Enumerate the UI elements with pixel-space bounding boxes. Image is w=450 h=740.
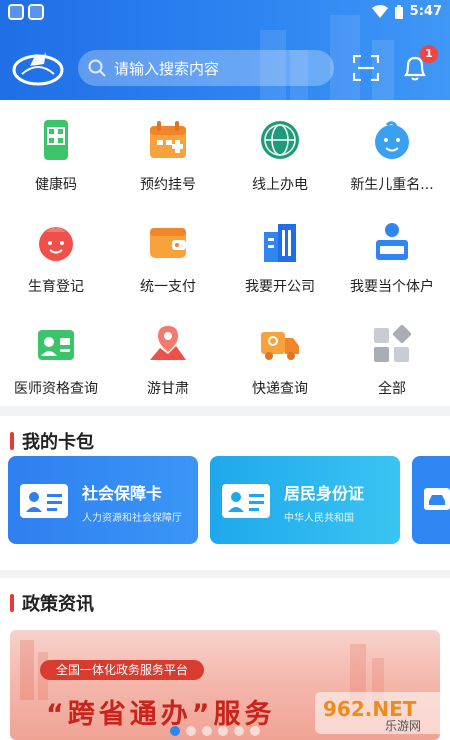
card-subtitle: 人力资源和社会保障厅: [82, 513, 182, 524]
card-title: 社会保障卡: [82, 484, 163, 503]
title-accent-bar: [10, 432, 14, 450]
policy-title: 政策资讯: [22, 594, 94, 615]
service-label: 线上办电: [252, 177, 308, 193]
service-individual-business[interactable]: 我要当个体户: [336, 202, 448, 302]
service-label: 快递查询: [252, 381, 308, 397]
service-open-company[interactable]: 我要开公司: [224, 202, 336, 302]
appointment-calendar-icon: [150, 121, 186, 158]
service-unified-payment[interactable]: 统一支付: [112, 202, 224, 302]
service-physician-qualification[interactable]: 医师资格查询: [0, 304, 112, 404]
title-accent-bar: [10, 594, 14, 612]
section-title: 政策资讯: [10, 590, 94, 616]
scan-icon[interactable]: [353, 55, 379, 81]
service-newborn-name[interactable]: 新生儿重名...: [336, 100, 448, 200]
status-bar: 5:47: [0, 0, 450, 26]
section-title: 我的卡包: [10, 428, 94, 454]
carousel-dot[interactable]: [218, 726, 228, 736]
carousel-dot[interactable]: [234, 726, 244, 736]
service-express-tracking[interactable]: 快递查询: [224, 304, 336, 404]
status-notification-icons: [8, 4, 44, 20]
service-label: 生育登记: [28, 279, 84, 295]
doctor-license-icon: [38, 330, 74, 360]
carousel-indicator: [170, 726, 260, 736]
card-subtitle: 中华人民共和国: [284, 513, 354, 524]
notification-app-icon: [8, 4, 24, 20]
map-pin-icon: [150, 326, 186, 360]
state-grid-icon: [261, 121, 299, 159]
app-logo-icon[interactable]: [12, 44, 64, 88]
site-watermark: 962.NET 乐游网: [315, 690, 445, 736]
service-label: 我要开公司: [245, 279, 315, 295]
individual-business-icon: [376, 223, 408, 260]
card-pack-section: 我的卡包 社会保障卡 人力资源和社会保障厅 居民身份证 中华人民共和国: [0, 416, 450, 570]
service-appointment[interactable]: 预约挂号: [112, 100, 224, 200]
delivery-truck-icon: [261, 332, 299, 360]
social-security-card[interactable]: 社会保障卡 人力资源和社会保障厅: [8, 456, 198, 544]
notification-app-icon: [28, 4, 44, 20]
service-tour-gansu[interactable]: 游甘肃: [112, 304, 224, 404]
service-label: 医师资格查询: [14, 381, 98, 397]
status-system-icons: 5:47: [371, 4, 442, 19]
card-pack-title: 我的卡包: [22, 432, 94, 453]
wallet-icon: [150, 228, 186, 258]
services-grid: 健康码 预约挂号 线上办电 新生儿重名... 生育登记 统一支付 我要开公司 我…: [0, 100, 450, 406]
service-health-code[interactable]: 健康码: [0, 100, 112, 200]
service-label: 我要当个体户: [350, 279, 434, 295]
carousel-dot[interactable]: [250, 726, 260, 736]
resident-id-card[interactable]: 居民身份证 中华人民共和国: [210, 456, 400, 544]
service-birth-registration[interactable]: 生育登记: [0, 202, 112, 302]
battery-icon: [394, 4, 403, 19]
status-time: 5:47: [409, 4, 442, 19]
service-label: 预约挂号: [140, 177, 196, 193]
service-label: 新生儿重名...: [350, 177, 434, 193]
service-label: 健康码: [35, 177, 77, 193]
app-header: 5:47 请输入搜索内容 1: [0, 0, 450, 100]
carousel-dot[interactable]: [202, 726, 212, 736]
watermark-text: 962.NET: [323, 697, 417, 721]
service-all[interactable]: 全部: [336, 304, 448, 404]
wifi-icon: [371, 4, 388, 18]
search-icon: [88, 59, 106, 77]
search-placeholder: 请输入搜索内容: [114, 59, 220, 78]
card-title: 居民身份证: [284, 484, 365, 503]
notification-count-badge: 1: [420, 45, 438, 63]
all-grid-icon: [374, 324, 412, 362]
driver-license-card[interactable]: [412, 456, 450, 544]
car-icon: [424, 488, 450, 510]
office-building-icon: [264, 224, 296, 262]
carousel-dot-active[interactable]: [170, 726, 180, 736]
carousel-dot[interactable]: [186, 726, 196, 736]
service-label: 游甘肃: [147, 381, 189, 397]
baby-face-icon: [375, 121, 409, 159]
service-online-electricity[interactable]: 线上办电: [224, 100, 336, 200]
service-label: 统一支付: [140, 279, 196, 295]
banner-tag: 全国一体化政务服务平台: [40, 660, 205, 680]
id-card-icon: [20, 484, 68, 518]
health-code-phone-icon: [44, 120, 68, 160]
service-label: 全部: [378, 381, 406, 397]
baby-registration-icon: [39, 227, 73, 261]
watermark-subtext: 乐游网: [385, 719, 421, 733]
search-bar[interactable]: 请输入搜索内容: [78, 50, 334, 86]
id-card-icon: [222, 484, 270, 518]
